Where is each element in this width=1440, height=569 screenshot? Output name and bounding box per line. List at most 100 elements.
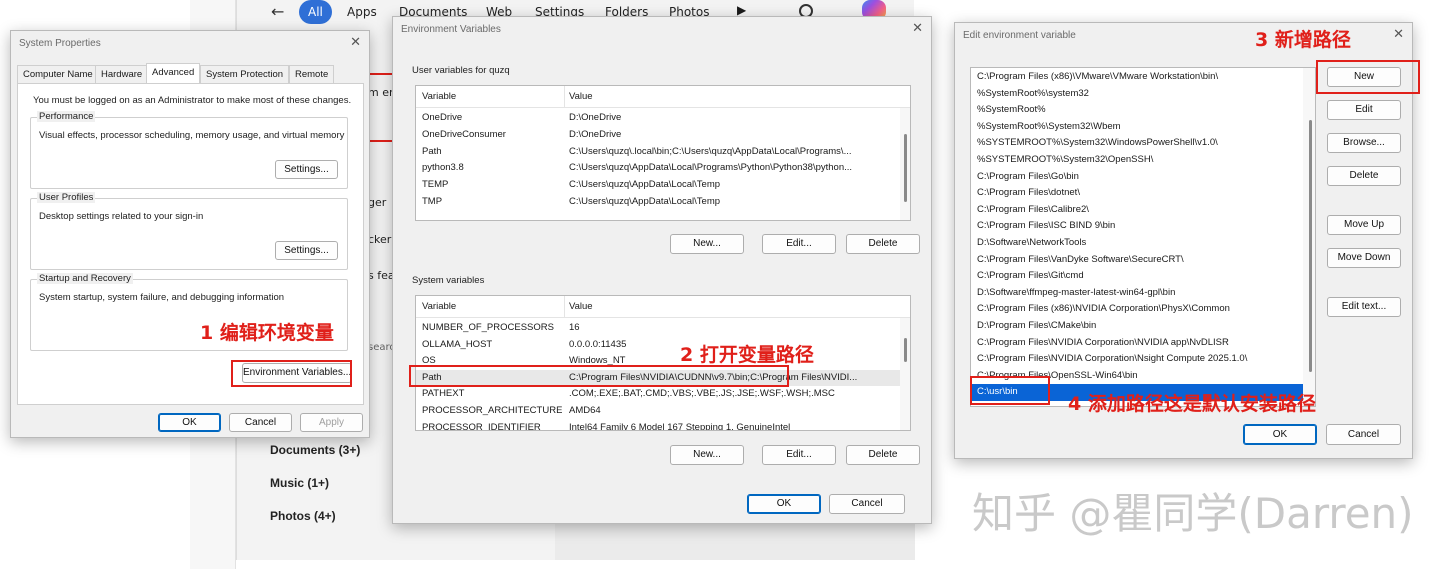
column-header-value[interactable]: Value [569,86,593,108]
search-tab-apps[interactable]: Apps [347,2,377,22]
system-edit-button[interactable]: Edit... [762,445,836,465]
ok-button[interactable]: OK [747,494,821,514]
tab-hardware[interactable]: Hardware [95,65,149,83]
group-label: User variables for quzq [412,65,510,76]
path-list-item[interactable]: C:\Program Files\NVIDIA Corporation\NVID… [971,335,1303,352]
table-row[interactable]: OLLAMA_HOST 0.0.0.0:11435 [416,337,900,353]
browse-button[interactable]: Browse... [1327,133,1401,153]
column-header-variable[interactable]: Variable [422,296,456,318]
path-list-item[interactable]: C:\Program Files (x86)\VMware\VMware Wor… [971,69,1303,86]
scrollbar-thumb[interactable] [904,134,907,202]
move-up-button[interactable]: Move Up [1327,215,1401,235]
system-new-button[interactable]: New... [670,445,744,465]
path-list-item[interactable]: D:\Program Files\CMake\bin [971,318,1303,335]
variable-name: OneDrive [422,112,463,123]
dialog-title: System Properties [19,38,101,49]
cancel-button[interactable]: Cancel [229,413,292,432]
path-list-item[interactable]: D:\Software\ffmpeg-master-latest-win64-g… [971,285,1303,302]
path-list-item[interactable]: C:\Program Files\Calibre2\ [971,202,1303,219]
variable-name: TMP [422,196,443,207]
path-list-item[interactable]: C:\Program Files\dotnet\ [971,185,1303,202]
table-row[interactable]: python3.8 C:\Users\quzq\AppData\Local\Pro… [416,160,900,176]
play-more-icon[interactable]: ▶ [737,3,746,17]
variable-value: D:\OneDrive [569,112,622,123]
path-list-item[interactable]: %SystemRoot%\system32 [971,86,1303,103]
variable-value: Intel64 Family 6 Model 167 Stepping 1, G… [569,421,791,431]
tab-remote[interactable]: Remote [289,65,335,83]
category-photos[interactable]: Photos (4+) [270,509,336,523]
scrollbar[interactable] [900,108,910,220]
table-row[interactable]: OneDrive D:\OneDrive [416,110,900,126]
cancel-button[interactable]: Cancel [829,494,905,514]
path-list-item[interactable]: C:\Program Files\Go\bin [971,169,1303,186]
variable-name: PROCESSOR_ARCHITECTURE [422,405,562,416]
user-profiles-settings-button[interactable]: Settings... [275,241,338,260]
system-delete-button[interactable]: Delete [846,445,920,465]
close-icon[interactable]: ✕ [912,21,923,36]
variable-value: D:\OneDrive [569,128,622,140]
path-list-item[interactable]: D:\Software\NetworkTools [971,235,1303,252]
variable-value: .COM;.EXE;.BAT;.CMD;.VBS;.VBE;.JS;.JSE;.… [569,388,835,400]
category-documents[interactable]: Documents (3+) [270,443,360,457]
close-icon[interactable]: ✕ [350,35,361,50]
close-icon[interactable]: ✕ [1393,27,1404,42]
table-row[interactable]: Path C:\Users\quzq\.local\bin;C:\Users\qu… [416,144,900,160]
tab-strip: Computer Name Hardware Advanced System P… [17,63,365,83]
tab-advanced[interactable]: Advanced [146,63,201,83]
variable-name: OneDriveConsumer [422,128,506,140]
search-tab-all[interactable]: All [299,0,332,24]
path-list-item[interactable]: %SYSTEMROOT%\System32\WindowsPowerShell\… [971,135,1303,152]
path-list-item[interactable]: C:\Program Files\VanDyke Software\Secure… [971,252,1303,269]
system-variables-list[interactable]: Variable Value NUMBER_OF_PROCESSORS 16 OLL… [415,295,911,431]
table-row[interactable]: PROCESSOR_IDENTIFIER Intel64 Family 6 Mod… [416,420,900,431]
group-label: System variables [412,275,485,286]
edit-path-button[interactable]: Edit [1327,100,1401,120]
scrollbar-thumb[interactable] [1309,120,1312,372]
path-list[interactable]: C:\Program Files (x86)\VMware\VMware Wor… [970,67,1316,407]
bg-text-fragment: searc [368,342,395,353]
category-music[interactable]: Music (1+) [270,476,329,490]
highlight-new-path [970,376,1050,405]
user-new-button[interactable]: New... [670,234,744,254]
tab-system-protection[interactable]: System Protection [200,65,290,83]
user-variables-list[interactable]: Variable Value OneDrive D:\OneDrive OneDri… [415,85,911,221]
edit-text-button[interactable]: Edit text... [1327,297,1401,317]
ok-button[interactable]: OK [1243,424,1317,445]
variable-value: C:\Users\quzq\AppData\Local\Temp [569,196,721,207]
group-label: User Profiles [37,192,96,203]
delete-path-button[interactable]: Delete [1327,166,1401,186]
user-delete-button[interactable]: Delete [846,234,920,254]
path-list-item[interactable]: %SystemRoot%\System32\Wbem [971,119,1303,136]
table-row[interactable]: TEMP C:\Users\quzq\AppData\Local\Temp [416,177,900,193]
user-variables-group: User variables for quzq Variable Value O… [404,65,920,279]
path-list-item[interactable]: C:\Program Files (x86)\NVIDIA Corporatio… [971,301,1303,318]
annotation-step3: 3 新增路径 [1255,29,1351,51]
path-list-item[interactable]: C:\Program Files\NVIDIA Corporation\Nsig… [971,351,1303,368]
back-arrow-icon[interactable]: ← [271,2,284,21]
apply-button[interactable]: Apply [300,413,363,432]
path-list-item[interactable]: C:\Program Files\ISC BIND 9\bin [971,218,1303,235]
ok-button[interactable]: OK [158,413,221,432]
path-list-item[interactable]: %SYSTEMROOT%\System32\OpenSSH\ [971,152,1303,169]
column-header-value[interactable]: Value [569,296,593,318]
scrollbar-thumb[interactable] [904,338,907,362]
group-description: Desktop settings related to your sign-in [39,211,204,222]
table-row[interactable]: TMP C:\Users\quzq\AppData\Local\Temp [416,194,900,210]
table-row[interactable]: PROCESSOR_ARCHITECTURE AMD64 [416,403,900,419]
move-down-button[interactable]: Move Down [1327,248,1401,268]
cancel-button[interactable]: Cancel [1326,424,1401,445]
scrollbar[interactable] [900,318,910,430]
highlight-new-button [1316,60,1420,94]
scrollbar[interactable] [1303,68,1315,406]
table-row[interactable]: PATHEXT .COM;.EXE;.BAT;.CMD;.VBS;.VBE;.JS… [416,386,900,402]
tab-computer-name[interactable]: Computer Name [17,65,99,83]
column-header-variable[interactable]: Variable [422,86,456,108]
table-row[interactable]: NUMBER_OF_PROCESSORS 16 [416,320,900,336]
group-label: Performance [37,111,96,122]
table-row[interactable]: OneDriveConsumer D:\OneDrive [416,127,900,143]
performance-settings-button[interactable]: Settings... [275,160,338,179]
user-edit-button[interactable]: Edit... [762,234,836,254]
path-list-item[interactable]: %SystemRoot% [971,102,1303,119]
column-separator [564,296,565,318]
path-list-item[interactable]: C:\Program Files\Git\cmd [971,268,1303,285]
